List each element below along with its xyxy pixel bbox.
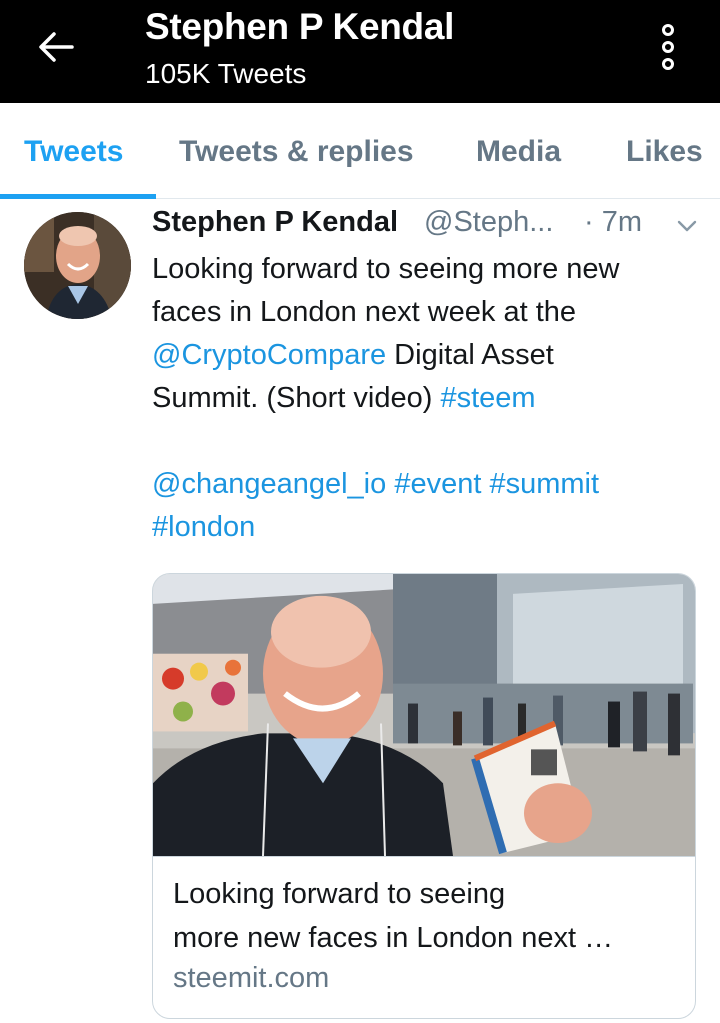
active-tab-indicator: [0, 194, 156, 199]
tweet-header: Stephen P Kendal @Steph... · 7m: [152, 206, 712, 246]
tweet-text-line: @CryptoCompare Digital Asset: [152, 334, 712, 377]
author-name[interactable]: Stephen P Kendal: [152, 206, 398, 239]
more-vertical-icon: [662, 24, 674, 36]
mention-link[interactable]: @changeangel_io: [152, 468, 386, 500]
hashtag-link[interactable]: #summit: [489, 468, 599, 500]
tweet-text-line: @changeangel_io #event #summit: [152, 463, 712, 506]
hashtag-link[interactable]: #event: [394, 468, 481, 500]
tweet-timestamp[interactable]: · 7m: [584, 206, 642, 239]
tab-likes[interactable]: Likes: [626, 135, 703, 169]
profile-name: Stephen P Kendal: [145, 6, 455, 47]
link-preview-title-line: Looking forward to seeing: [173, 878, 506, 910]
tab-media[interactable]: Media: [476, 135, 561, 169]
tweet-text: Looking forward to seeing more new faces…: [152, 248, 712, 549]
tab-tweets-and-replies[interactable]: Tweets & replies: [179, 135, 414, 169]
link-preview-title-line: more new faces in London next …: [173, 922, 614, 954]
link-preview-image: [153, 574, 695, 857]
link-preview-card[interactable]: Looking forward to seeing more new faces…: [152, 573, 696, 1019]
tweet-text-line: Summit. (Short video) #steem: [152, 377, 712, 420]
arrow-left-icon: [39, 32, 74, 62]
avatar[interactable]: [24, 212, 131, 319]
link-preview-domain: steemit.com: [173, 962, 330, 994]
more-options-button[interactable]: [650, 22, 686, 72]
mention-link[interactable]: @CryptoCompare: [152, 339, 386, 371]
author-handle[interactable]: @Steph...: [424, 206, 553, 239]
tweet-text-line: Looking forward to seeing more new: [152, 253, 620, 285]
tweet-text-line: #london: [152, 506, 712, 549]
hashtag-link[interactable]: #steem: [440, 382, 535, 414]
chevron-down-icon[interactable]: [675, 214, 699, 238]
top-app-bar: Stephen P Kendal 105K Tweets: [0, 0, 720, 103]
hashtag-link[interactable]: #london: [152, 511, 255, 543]
link-preview-title: Looking forward to seeing more new faces…: [173, 872, 683, 960]
tab-tweets[interactable]: Tweets: [24, 135, 123, 169]
avatar-photo: [24, 212, 131, 319]
tweet-text-fragment: Digital Asset: [386, 339, 554, 371]
tweet-text-line: faces in London next week at the: [152, 296, 577, 328]
back-button[interactable]: [30, 24, 82, 70]
profile-tabs: Tweets Tweets & replies Media Likes: [0, 103, 720, 199]
tweet-text-fragment: Summit. (Short video): [152, 382, 441, 414]
tweet-count: 105K Tweets: [145, 58, 307, 89]
